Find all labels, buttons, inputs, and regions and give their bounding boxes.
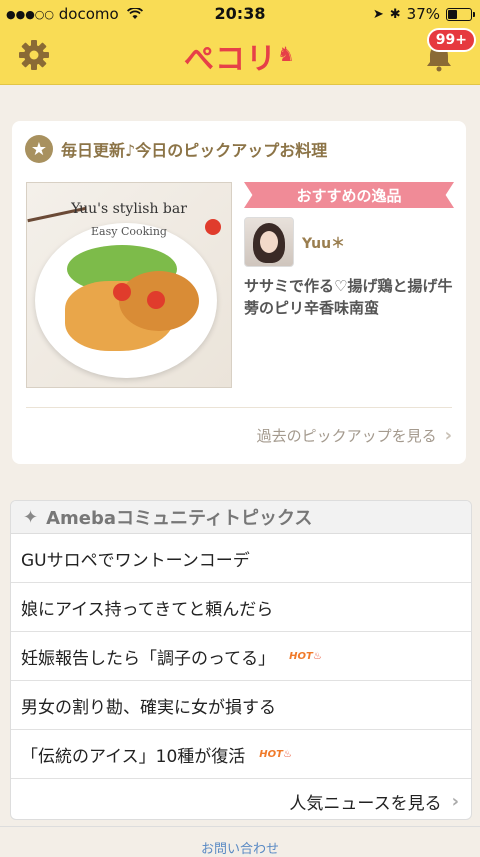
status-bar: ●●●○○ docomo 20:38 ➤ ✱ 37%: [0, 0, 480, 28]
popular-news-label: 人気ニュースを見る: [289, 793, 442, 814]
topic-text: 妊娠報告したら「調子のってる」: [21, 648, 276, 669]
battery-percent: 37%: [406, 5, 440, 23]
recommend-ribbon: おすすめの逸品: [244, 182, 454, 208]
topic-item[interactable]: 娘にアイス持ってきてと頼んだら: [11, 583, 471, 632]
chevron-right-icon: ›: [451, 790, 459, 812]
logo-text: ぺコリ: [184, 42, 278, 77]
tomato: [147, 291, 165, 309]
hot-label: HOT: [289, 650, 313, 662]
past-pickups-label: 過去のピックアップを見る: [256, 427, 437, 445]
pickup-title: 毎日更新♪今日のピックアップお料理: [61, 141, 328, 160]
divider: [26, 407, 452, 408]
topic-text: 娘にアイス持ってきてと頼んだら: [21, 599, 274, 620]
popular-news-link[interactable]: 人気ニュースを見る ›: [11, 779, 471, 819]
community-header: ✦ Amebaコミュニティトピックス: [11, 501, 471, 534]
recipe-photo[interactable]: Yuu's stylish bar Easy Cooking: [26, 182, 232, 388]
tomato: [113, 283, 131, 301]
flame-icon: ♨: [282, 748, 292, 760]
hot-badge: HOT♨: [259, 749, 292, 760]
community-title: Amebaコミュニティトピックス: [46, 508, 313, 529]
topic-item[interactable]: 「伝統のアイス」10種が復活 HOT♨: [11, 730, 471, 779]
avatar-face: [260, 231, 278, 253]
battery-icon: [446, 7, 475, 21]
topic-item[interactable]: 妊娠報告したら「調子のってる」 HOT♨: [11, 632, 471, 681]
sparkle-icon: ✦: [23, 506, 39, 528]
topic-text: GUサロペでワントーンコーデ: [21, 550, 250, 571]
topic-item[interactable]: 男女の割り勘、確実に女が損する: [11, 681, 471, 730]
hot-badge: HOT♨: [289, 651, 322, 662]
bluetooth-icon: ✱: [389, 6, 401, 22]
photo-caption-sub: Easy Cooking: [91, 225, 167, 238]
author-name[interactable]: Yuu＊: [302, 233, 345, 253]
footer-divider: [0, 826, 480, 827]
past-pickups-link[interactable]: 過去のピックアップを見る ›: [257, 425, 452, 446]
app-logo: ぺコリ♞: [0, 34, 480, 78]
topic-text: 「伝統のアイス」10種が復活: [21, 746, 246, 767]
topic-item[interactable]: GUサロペでワントーンコーデ: [11, 534, 471, 583]
chevron-right-icon: ›: [444, 425, 452, 446]
flame-icon: ♨: [312, 650, 322, 662]
community-topics: ✦ Amebaコミュニティトピックス GUサロペでワントーンコーデ 娘にアイス持…: [10, 500, 472, 820]
topic-text: 男女の割り勘、確実に女が損する: [21, 697, 276, 718]
location-arrow-icon: ➤: [372, 6, 384, 22]
notification-badge: 99+: [426, 28, 476, 52]
rooster-icon: ♞: [277, 42, 296, 66]
pickup-header: ★ 毎日更新♪今日のピックアップお料理: [25, 135, 327, 163]
app-header: ぺコリ♞ 99+: [0, 28, 480, 85]
inquiry-link[interactable]: お問い合わせ: [0, 838, 480, 857]
star-icon: ★: [25, 135, 53, 163]
avatar[interactable]: [244, 217, 294, 267]
pickup-card: ★ 毎日更新♪今日のピックアップお料理 Yuu's stylish bar Ea…: [12, 121, 466, 464]
photo-caption-title: Yuu's stylish bar: [71, 201, 187, 217]
recipe-title[interactable]: ササミで作る♡揚げ鶏と揚げ牛蒡のピリ辛香味南蛮: [244, 275, 459, 319]
hot-label: HOT: [259, 748, 283, 760]
